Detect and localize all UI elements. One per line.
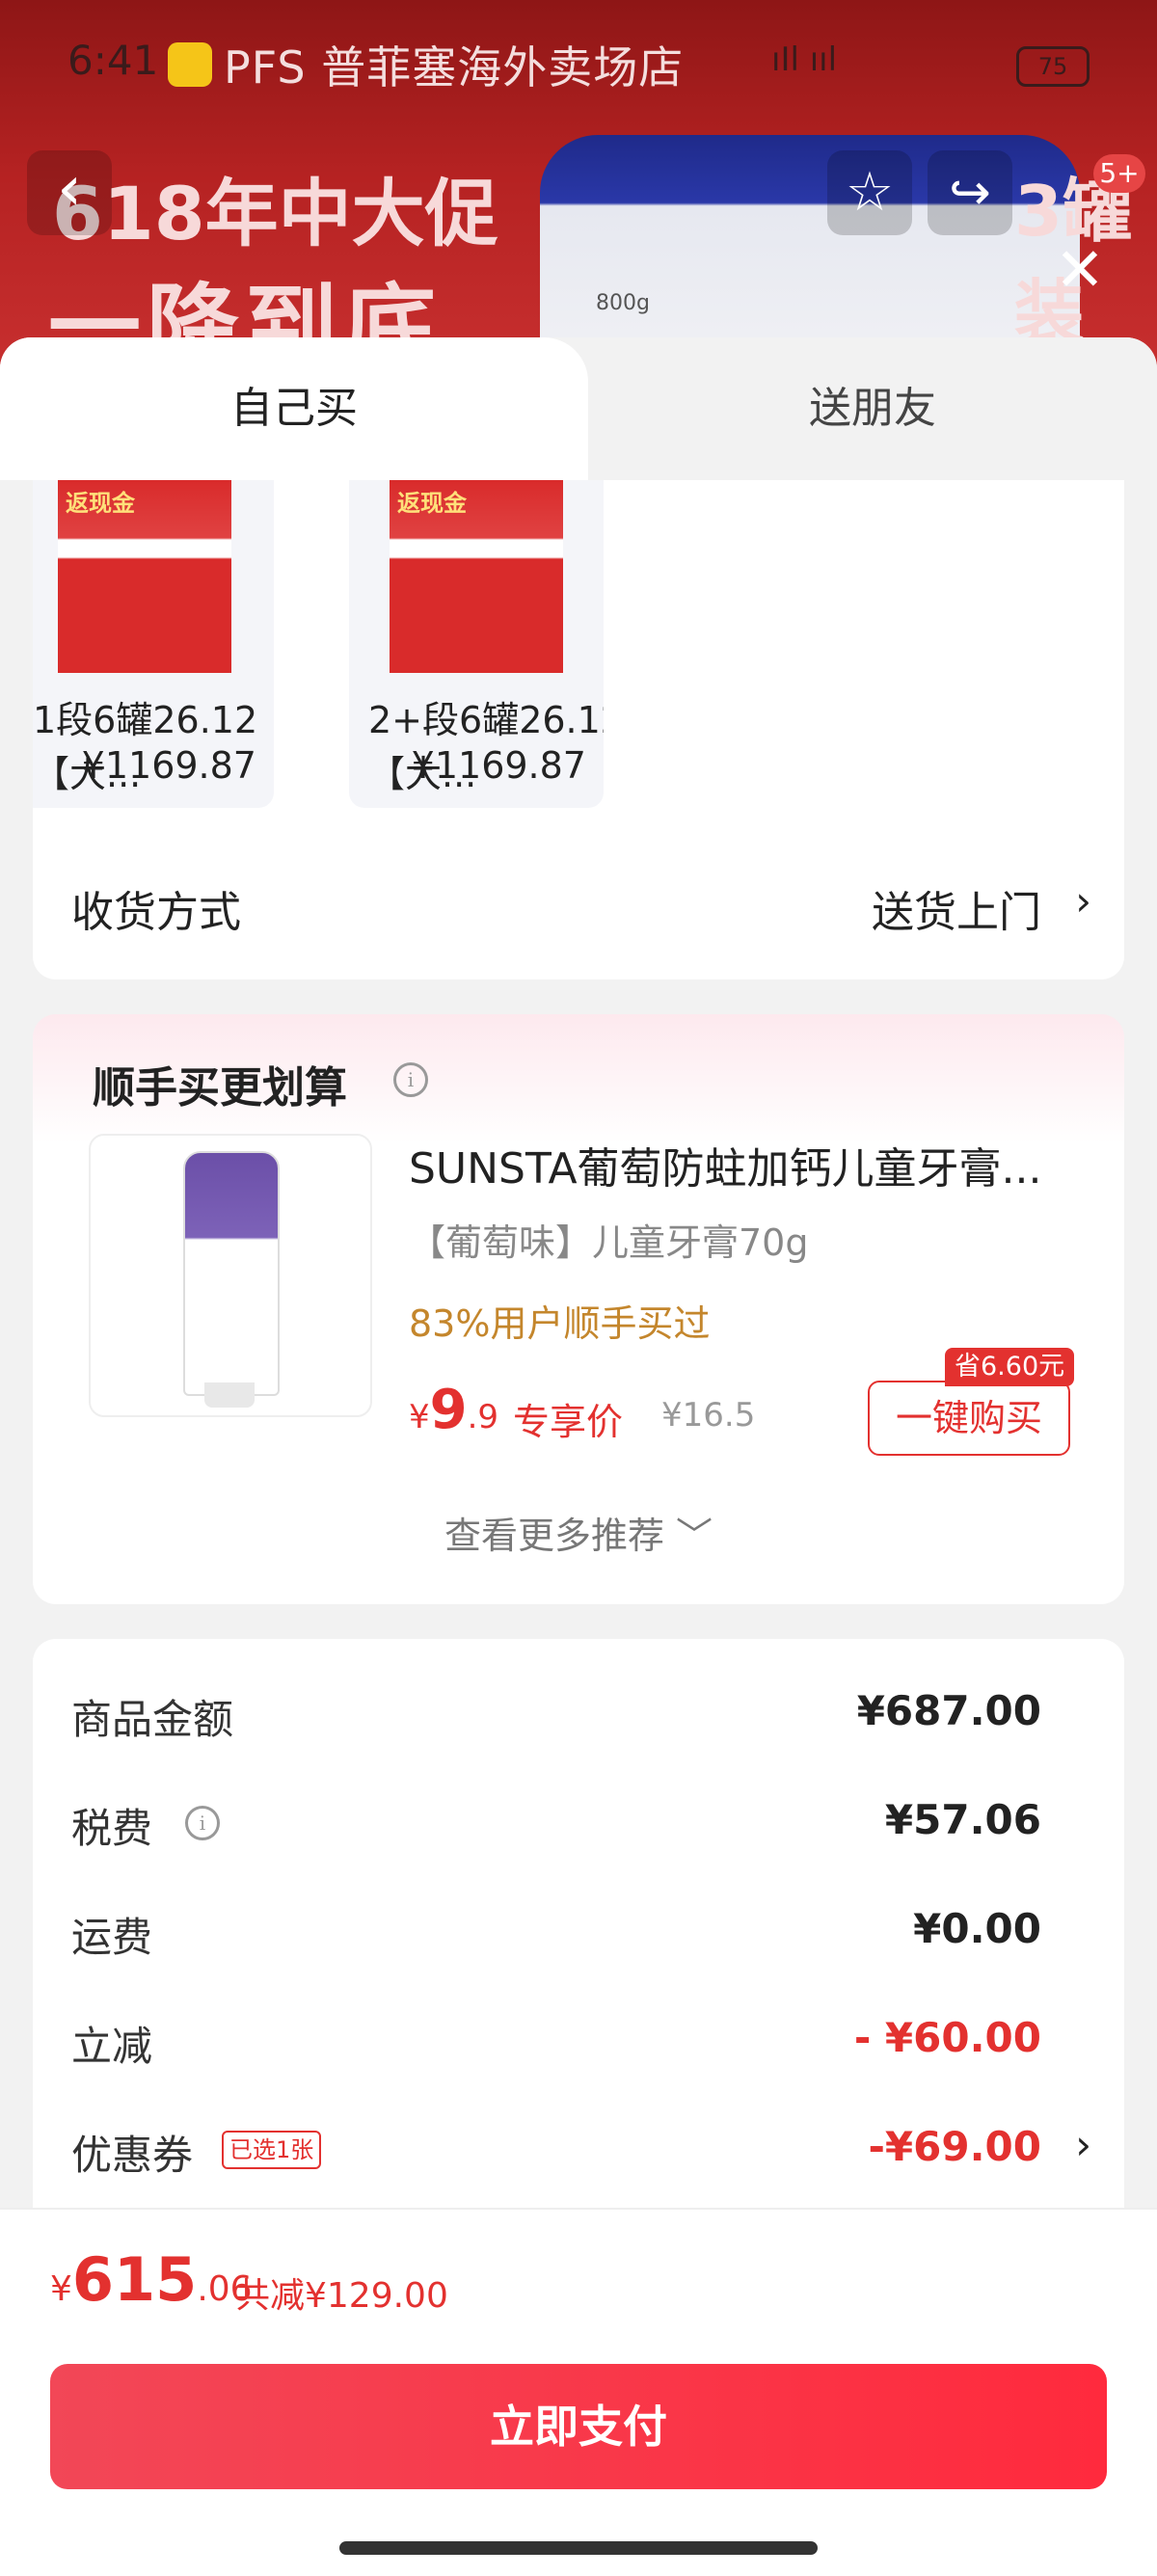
savings-badge: 省6.60元: [945, 1348, 1075, 1386]
total-price: ¥615.06: [50, 2244, 253, 2315]
recommend-price: ¥9.9: [409, 1379, 499, 1441]
product-thumbnail: 返现金: [390, 480, 563, 673]
chevron-left-icon: ‹: [57, 153, 82, 225]
can-weight-label: 800g: [596, 291, 650, 315]
recommendation-title: 顺手买更划算: [93, 1063, 347, 1113]
info-icon[interactable]: i: [185, 1806, 220, 1840]
recommend-bought-rate: 83%用户顺手买过: [409, 1302, 711, 1345]
product-thumbnail: 返现金: [58, 480, 231, 673]
product-header: 6:41 PFS 普菲塞海外卖场店 ıIl ııl 75 618年中大促 一降到…: [0, 0, 1157, 386]
checkout-bar: ¥615.06 共减¥129.00 立即支付: [0, 2208, 1157, 2576]
toothpaste-tube-image: [183, 1151, 280, 1396]
home-indicator[interactable]: [339, 2541, 818, 2555]
shipping-row: 运费 ¥0.00: [71, 1905, 1041, 1961]
star-icon: ☆: [845, 161, 895, 224]
recommend-product-image[interactable]: [89, 1134, 372, 1417]
coupon-selected-tag: 已选1张: [222, 2131, 322, 2169]
favorite-button[interactable]: ☆: [827, 150, 912, 235]
product-name: 1段6罐26.12: [33, 699, 258, 741]
price-summary-card: 商品金额 ¥687.00 税费 i ¥57.06 运费 ¥0.00 立减 - ¥…: [33, 1639, 1124, 2237]
instant-discount-row: 立减 - ¥60.00: [71, 2014, 1041, 2070]
status-time: 6:41: [67, 37, 159, 84]
signal-icon: ıIl ııl: [771, 40, 838, 79]
add-on-recommendation-card: 顺手买更划算 i SUNSTA葡萄防蛀加钙儿童牙膏... 【葡萄味】儿童牙膏70…: [33, 1014, 1124, 1604]
chevron-right-icon[interactable]: ›: [1075, 2121, 1091, 2168]
tab-gift-friend[interactable]: 送朋友: [588, 337, 1157, 480]
battery-indicator: 75: [1016, 46, 1090, 87]
share-icon: ↪: [949, 164, 991, 222]
product-option-1[interactable]: 返现金 1段6罐26.12 【大... ¥1169.87: [33, 480, 274, 808]
original-price: ¥16.5: [661, 1396, 756, 1435]
delivery-method-label: 收货方式: [71, 888, 241, 937]
cart-count-badge: 5+: [1093, 154, 1145, 193]
toothpaste-cap: [204, 1382, 255, 1408]
product-price: ¥1169.87: [411, 744, 586, 787]
delivery-method-value[interactable]: 送货上门: [872, 877, 1041, 939]
product-price: ¥1169.87: [81, 744, 256, 787]
store-logo: [168, 42, 212, 87]
product-name: 2+段6罐26.12: [368, 699, 604, 741]
exclusive-price-tag: 专享价: [513, 1401, 624, 1443]
recommend-product-variant: 【葡萄味】儿童牙膏70g: [409, 1221, 809, 1264]
back-button[interactable]: ‹: [27, 150, 112, 235]
tax-row: 税费 i ¥57.06: [71, 1796, 1041, 1852]
total-savings: 共减¥129.00: [235, 2276, 448, 2316]
chevron-right-icon[interactable]: ›: [1075, 877, 1091, 925]
one-click-buy-button[interactable]: 一键购买: [868, 1381, 1070, 1456]
info-icon[interactable]: i: [393, 1062, 428, 1097]
store-name: PFS 普菲塞海外卖场店: [224, 41, 685, 94]
tab-buy-self[interactable]: 自己买: [0, 337, 588, 480]
product-options-card: 返现金 1段6罐26.12 【大... ¥1169.87 返现金 2+段6罐26…: [33, 480, 1124, 979]
coupon-row[interactable]: 优惠券 已选1张 -¥69.00: [71, 2123, 1041, 2181]
goods-amount-row: 商品金额 ¥687.00: [71, 1687, 1041, 1743]
purchase-tabs: 自己买 送朋友: [0, 337, 1157, 480]
more-recommendations-link[interactable]: 查看更多推荐 ﹀: [33, 1506, 1124, 1559]
pay-now-button[interactable]: 立即支付: [50, 2364, 1107, 2489]
recommend-product-name[interactable]: SUNSTA葡萄防蛀加钙儿童牙膏...: [409, 1134, 1093, 1195]
product-option-2[interactable]: 返现金 2+段6罐26.12 【大... ¥1169.87: [349, 480, 604, 808]
share-button[interactable]: ↪: [928, 150, 1012, 235]
promo-title: 618年中大促: [52, 171, 498, 256]
close-icon[interactable]: ✕: [1051, 240, 1109, 300]
